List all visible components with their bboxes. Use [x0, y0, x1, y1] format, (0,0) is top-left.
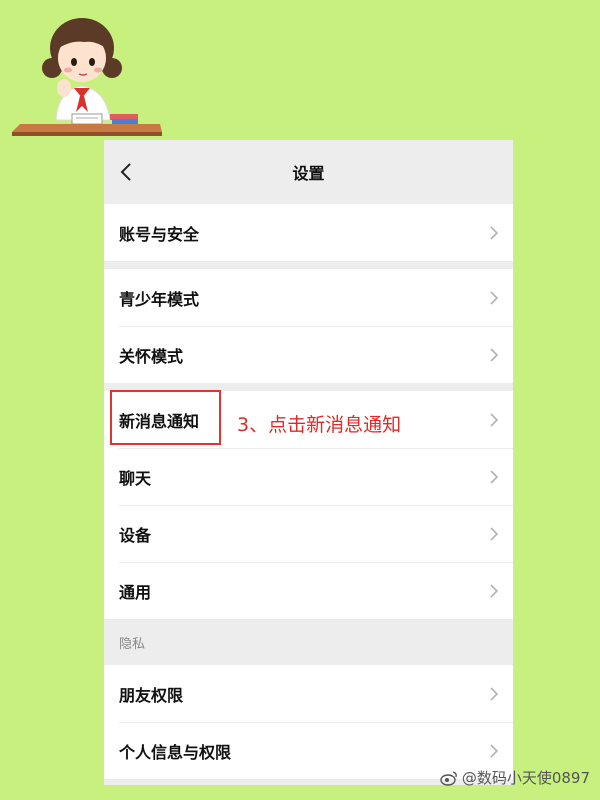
settings-item-chat[interactable]: 聊天	[104, 448, 513, 505]
navigation-bar: 设置	[104, 140, 513, 204]
settings-screen: 设置 账号与安全 青少年模式 关怀模式 新消息通知 聊天 设备 通用 隐私 朋友…	[104, 140, 513, 785]
settings-item-teen-mode[interactable]: 青少年模式	[104, 269, 513, 326]
chevron-right-icon	[490, 347, 499, 362]
chevron-right-icon	[490, 469, 499, 484]
chevron-right-icon	[490, 526, 499, 541]
settings-item-devices[interactable]: 设备	[104, 505, 513, 562]
settings-item-label: 聊天	[119, 468, 152, 488]
chevron-right-icon	[490, 290, 499, 305]
section-header-privacy: 隐私	[104, 619, 513, 665]
group-separator	[104, 261, 513, 269]
group-separator	[104, 383, 513, 391]
account-group: 账号与安全	[104, 204, 513, 261]
chevron-right-icon	[490, 743, 499, 758]
settings-item-label: 新消息通知	[119, 411, 200, 431]
settings-item-label: 设备	[119, 525, 152, 545]
chevron-right-icon	[490, 225, 499, 240]
privacy-group: 朋友权限 个人信息与权限	[104, 665, 513, 779]
settings-item-care-mode[interactable]: 关怀模式	[104, 326, 513, 383]
watermark-text: @数码小天使0897	[461, 769, 590, 787]
settings-item-label: 通用	[119, 582, 152, 602]
settings-item-label: 朋友权限	[119, 685, 184, 705]
settings-item-label: 青少年模式	[119, 289, 200, 309]
chevron-right-icon	[490, 583, 499, 598]
back-button[interactable]	[114, 160, 138, 184]
chevron-left-icon	[120, 163, 131, 181]
instruction-annotation: 3、点击新消息通知	[237, 414, 402, 436]
chevron-right-icon	[490, 412, 499, 427]
weibo-logo-icon	[440, 770, 457, 786]
settings-item-label: 关怀模式	[119, 346, 184, 366]
settings-item-account-security[interactable]: 账号与安全	[104, 204, 513, 261]
settings-item-label: 个人信息与权限	[119, 742, 232, 762]
mode-group: 青少年模式 关怀模式	[104, 269, 513, 383]
page-title: 设置	[292, 164, 325, 183]
student-illustration	[12, 18, 162, 136]
settings-item-label: 账号与安全	[119, 224, 200, 244]
chevron-right-icon	[490, 686, 499, 701]
settings-item-general[interactable]: 通用	[104, 562, 513, 619]
settings-item-friend-permissions[interactable]: 朋友权限	[104, 665, 513, 722]
watermark: @数码小天使0897	[440, 767, 590, 788]
